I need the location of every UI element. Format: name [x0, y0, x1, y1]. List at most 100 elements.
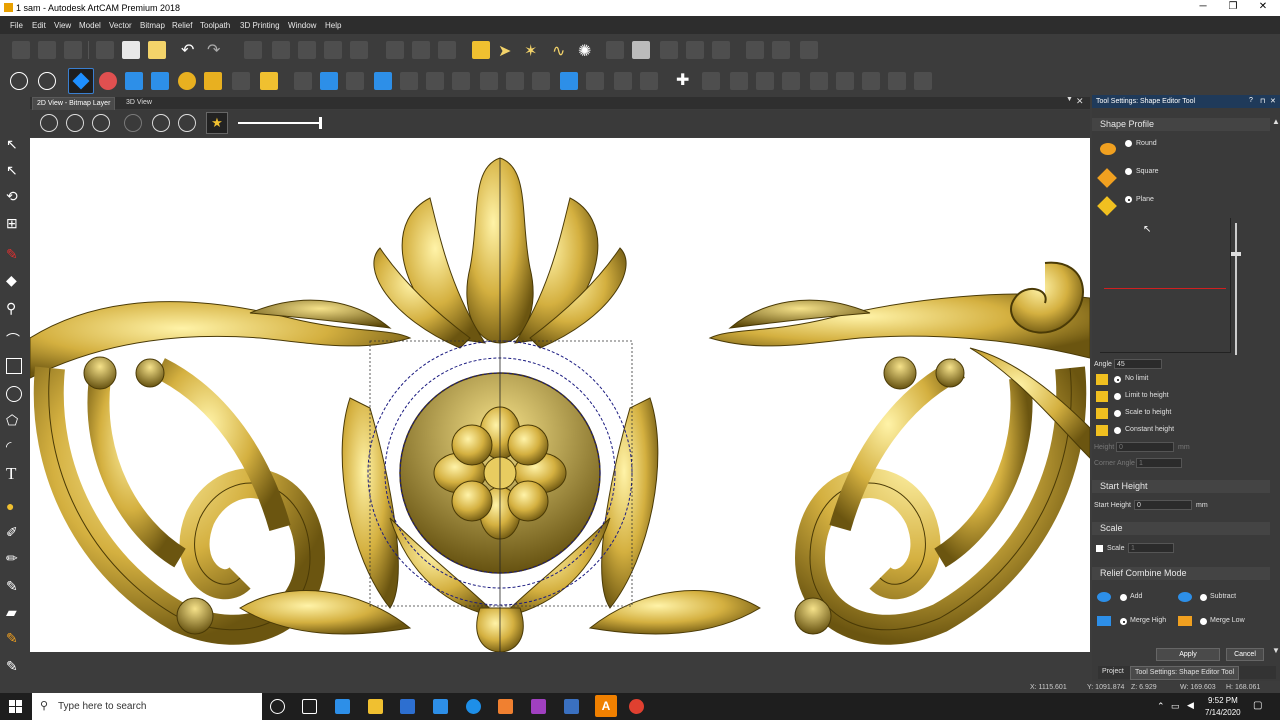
- scale-checkbox[interactable]: [1096, 545, 1103, 552]
- extrude-icon[interactable]: [99, 72, 117, 90]
- weave-icon[interactable]: [232, 72, 250, 90]
- tool-a-icon[interactable]: [746, 41, 764, 59]
- clock-time[interactable]: 9:52 PM: [1208, 696, 1238, 705]
- design-canvas[interactable]: [30, 138, 1090, 652]
- tab-project[interactable]: Project: [1102, 668, 1124, 675]
- scale-to-height-radio[interactable]: [1114, 410, 1121, 417]
- transform-icon[interactable]: ✶: [524, 41, 542, 60]
- volume-icon[interactable]: ◀: [1187, 700, 1194, 711]
- notification-icon[interactable]: ▢: [1253, 700, 1262, 711]
- vector-a-icon[interactable]: [702, 72, 720, 90]
- sculpt-i-icon[interactable]: [506, 72, 524, 90]
- vector-g-icon[interactable]: [862, 72, 880, 90]
- cut-icon[interactable]: [96, 41, 114, 59]
- subtract-radio[interactable]: [1200, 594, 1207, 601]
- corner-angle-input[interactable]: 1: [1136, 458, 1182, 468]
- smooth-icon[interactable]: [350, 41, 368, 59]
- cortana-icon[interactable]: [270, 699, 285, 714]
- zoom-all-icon[interactable]: [178, 114, 196, 132]
- sculpt-c-icon[interactable]: [346, 72, 364, 90]
- sculpt-m-icon[interactable]: [614, 72, 632, 90]
- brush-icon[interactable]: ✐: [6, 524, 22, 540]
- close-view-icon[interactable]: ✕: [1076, 96, 1084, 107]
- taskbar-app-icon[interactable]: [498, 699, 513, 714]
- maximize-button[interactable]: ❐: [1218, 1, 1248, 15]
- menu-view[interactable]: View: [54, 21, 71, 30]
- arc-icon[interactable]: ◜: [6, 438, 22, 454]
- copy-icon[interactable]: [122, 41, 140, 59]
- grid-tool-icon[interactable]: ⊞: [6, 215, 22, 231]
- sculpt-e-icon[interactable]: [400, 72, 418, 90]
- clock-date[interactable]: 7/14/2020: [1205, 708, 1241, 717]
- taskbar-search[interactable]: ⚲ Type here to search: [32, 693, 262, 720]
- shape-editor-tool-button[interactable]: [68, 68, 94, 94]
- zoom-box-icon[interactable]: [124, 114, 142, 132]
- network-icon[interactable]: ▭: [1171, 701, 1180, 712]
- tool-c-icon[interactable]: [800, 41, 818, 59]
- send-icon[interactable]: ➤: [498, 41, 516, 60]
- vector-d-icon[interactable]: [782, 72, 800, 90]
- align-icon[interactable]: [298, 41, 316, 59]
- angle-slider-track[interactable]: [1235, 223, 1237, 355]
- minimize-button[interactable]: ─: [1188, 1, 1218, 15]
- chrome-icon[interactable]: [629, 699, 644, 714]
- close-button[interactable]: ✕: [1248, 1, 1278, 15]
- merge-high-radio[interactable]: [1120, 618, 1127, 625]
- tab-3d-view[interactable]: 3D View: [122, 97, 156, 109]
- node-icon[interactable]: [324, 41, 342, 59]
- pipette-icon[interactable]: ✎: [6, 658, 22, 674]
- offset-icon[interactable]: [438, 41, 456, 59]
- vector-e-icon[interactable]: [810, 72, 828, 90]
- import-folder-icon[interactable]: [472, 41, 490, 59]
- spin-icon[interactable]: [125, 72, 143, 90]
- cancel-button[interactable]: Cancel: [1226, 648, 1264, 661]
- fill-drop-icon[interactable]: ●: [6, 498, 22, 514]
- angle-slider-handle[interactable]: [1231, 252, 1241, 256]
- text-tool-icon[interactable]: T: [6, 464, 22, 483]
- help-icon[interactable]: ?: [1249, 97, 1253, 104]
- mail-icon[interactable]: [335, 699, 350, 714]
- sculpt-k-icon[interactable]: [560, 72, 578, 90]
- sculpt-a-icon[interactable]: [294, 72, 312, 90]
- windows-start-icon[interactable]: [9, 700, 22, 713]
- rectangle-icon[interactable]: [6, 358, 22, 374]
- menu-edit[interactable]: Edit: [32, 21, 46, 30]
- save-icon[interactable]: [64, 41, 82, 59]
- add-radio[interactable]: [1120, 594, 1127, 601]
- sculpt-g-icon[interactable]: [452, 72, 470, 90]
- sculpt-h-icon[interactable]: [480, 72, 498, 90]
- zoom-in-icon[interactable]: [40, 114, 58, 132]
- vector-f-icon[interactable]: [836, 72, 854, 90]
- mirror-icon[interactable]: [660, 41, 678, 59]
- store-icon[interactable]: [433, 699, 448, 714]
- calculator-icon[interactable]: [400, 699, 415, 714]
- zoom-tool-icon[interactable]: [10, 72, 28, 90]
- merge-icon[interactable]: [412, 41, 430, 59]
- zoom-fit-icon[interactable]: [152, 114, 170, 132]
- apply-button[interactable]: Apply: [1156, 648, 1220, 661]
- artcam-taskbar-icon[interactable]: A: [595, 695, 617, 717]
- menu-vector[interactable]: Vector: [109, 21, 132, 30]
- star-icon[interactable]: ✺: [578, 41, 596, 60]
- menu-window[interactable]: Window: [288, 21, 316, 30]
- face-icon[interactable]: [204, 72, 222, 90]
- select-arrow-icon[interactable]: ↖: [6, 136, 22, 152]
- round-radio[interactable]: [1125, 140, 1132, 147]
- menu-file[interactable]: File: [10, 21, 23, 30]
- tab-tool-settings[interactable]: Tool Settings: Shape Editor Tool: [1130, 666, 1240, 680]
- vector-b-icon[interactable]: [730, 72, 748, 90]
- zoom-slider-handle[interactable]: [319, 117, 322, 129]
- paint-icon[interactable]: ✎: [6, 578, 22, 594]
- layers-stack-icon[interactable]: [632, 41, 650, 59]
- snap-icon[interactable]: ★: [206, 112, 228, 134]
- photos-icon[interactable]: [564, 699, 579, 714]
- scale-input[interactable]: 1: [1128, 543, 1174, 553]
- start-height-input[interactable]: 0: [1134, 500, 1192, 510]
- angle-input[interactable]: 45: [1114, 359, 1162, 369]
- zoom-out-icon[interactable]: [66, 114, 84, 132]
- tab-2d-view[interactable]: 2D View - Bitmap Layer: [32, 97, 116, 111]
- pin-icon[interactable]: ⊓: [1260, 97, 1265, 105]
- eraser-icon[interactable]: ◆: [6, 272, 22, 288]
- circle-icon[interactable]: [6, 386, 22, 402]
- open-folder-icon[interactable]: [38, 41, 56, 59]
